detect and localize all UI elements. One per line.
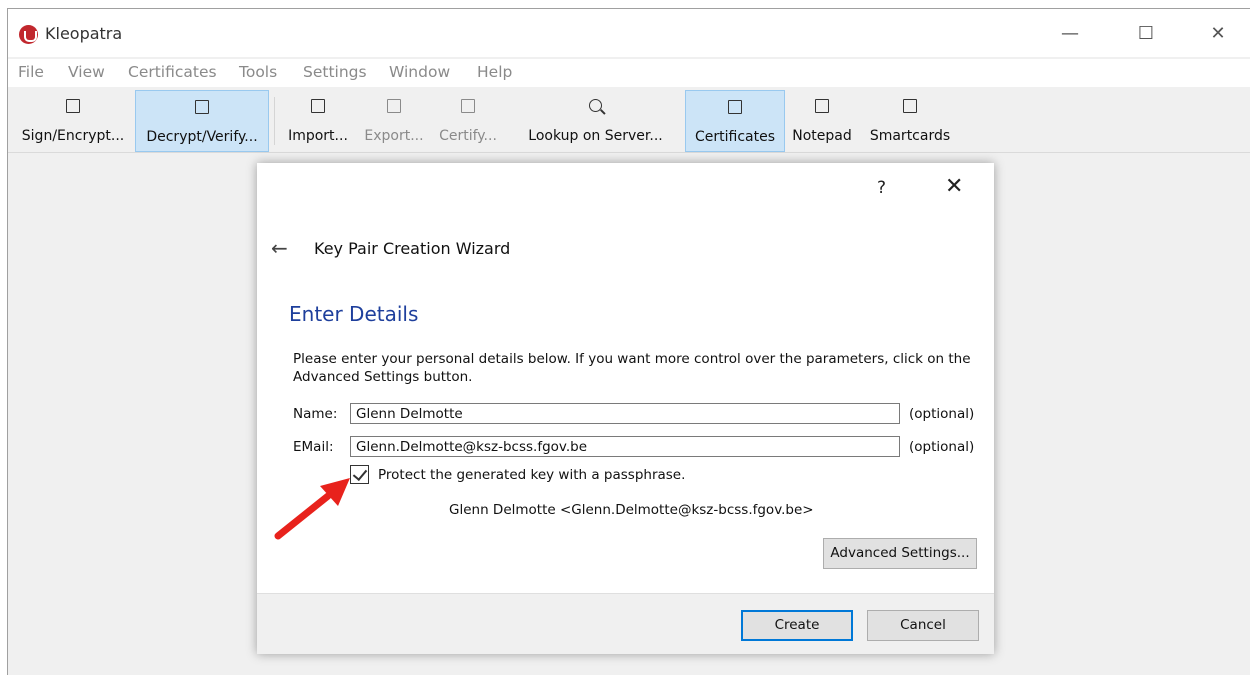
menu-file[interactable]: File (18, 63, 44, 81)
cancel-button[interactable]: Cancel (867, 610, 979, 641)
menu-bar: File View Certificates Tools Settings Wi… (8, 59, 1250, 87)
email-input[interactable] (350, 436, 900, 457)
instructions-text: Please enter your personal details below… (293, 351, 971, 385)
menu-window[interactable]: Window (389, 63, 450, 81)
sign-encrypt-label: Sign/Encrypt... (21, 128, 125, 144)
menu-certificates[interactable]: Certificates (128, 63, 217, 81)
export-button[interactable]: Export... (357, 90, 431, 152)
certificates-button[interactable]: Certificates (685, 90, 785, 152)
lookup-label: Lookup on Server... (528, 128, 663, 144)
maximize-button[interactable]: ☐ (1124, 19, 1168, 49)
red-annotation-arrow-icon (274, 478, 350, 540)
decrypt-verify-icon (195, 100, 209, 114)
dialog-footer: Create Cancel (257, 593, 994, 654)
section-title: Enter Details (289, 302, 419, 326)
advanced-settings-button[interactable]: Advanced Settings... (823, 538, 977, 569)
title-bar: Kleopatra — ☐ ✕ (8, 9, 1250, 57)
menu-settings[interactable]: Settings (303, 63, 367, 81)
sign-encrypt-button[interactable]: Sign/Encrypt... (13, 90, 133, 152)
certify-label: Certify... (439, 128, 497, 144)
toolbar: Sign/Encrypt... Decrypt/Verify... Import… (8, 89, 1250, 153)
user-id-preview: Glenn Delmotte <Glenn.Delmotte@ksz-bcss.… (449, 502, 814, 518)
app-title: Kleopatra (45, 24, 123, 43)
key-pair-creation-dialog: ? ✕ ← Key Pair Creation Wizard Enter Det… (257, 163, 994, 654)
smartcard-icon (903, 99, 917, 113)
annotation-arrow-shaft (274, 492, 332, 540)
certificates-label: Certificates (694, 129, 775, 145)
menu-view[interactable]: View (68, 63, 105, 81)
menu-help[interactable]: Help (477, 63, 512, 81)
export-icon (387, 99, 401, 113)
close-window-button[interactable]: ✕ (1196, 19, 1240, 49)
import-label: Import... (288, 128, 348, 144)
certify-icon (461, 99, 475, 113)
passphrase-checkbox-label[interactable]: Protect the generated key with a passphr… (378, 467, 685, 483)
kleopatra-logo-icon (19, 25, 38, 44)
name-input[interactable] (350, 403, 900, 424)
wizard-title: Key Pair Creation Wizard (314, 239, 511, 258)
decrypt-verify-button[interactable]: Decrypt/Verify... (135, 90, 269, 152)
certify-button[interactable]: Certify... (433, 90, 503, 152)
notepad-icon (815, 99, 829, 113)
back-arrow-icon[interactable]: ← (271, 236, 288, 260)
notepad-button[interactable]: Notepad (787, 90, 857, 152)
import-icon (311, 99, 325, 113)
export-label: Export... (364, 128, 424, 144)
import-button[interactable]: Import... (281, 90, 355, 152)
menu-tools[interactable]: Tools (239, 63, 277, 81)
lookup-on-server-button[interactable]: Lookup on Server... (508, 90, 683, 152)
sign-encrypt-icon (66, 99, 80, 113)
create-button[interactable]: Create (741, 610, 853, 641)
decrypt-verify-label: Decrypt/Verify... (146, 129, 258, 145)
name-optional-label: (optional) (909, 406, 975, 422)
close-dialog-button[interactable]: ✕ (945, 174, 963, 199)
toolbar-separator (274, 97, 275, 145)
smartcards-label: Smartcards (869, 128, 951, 144)
search-icon (588, 99, 602, 112)
minimize-button[interactable]: — (1048, 19, 1092, 49)
notepad-label: Notepad (792, 128, 852, 144)
email-optional-label: (optional) (909, 439, 975, 455)
name-label: Name: (293, 406, 338, 422)
smartcards-button[interactable]: Smartcards (860, 90, 960, 152)
help-button[interactable]: ? (877, 178, 886, 198)
certificates-icon (728, 100, 742, 114)
email-label: EMail: (293, 439, 334, 455)
